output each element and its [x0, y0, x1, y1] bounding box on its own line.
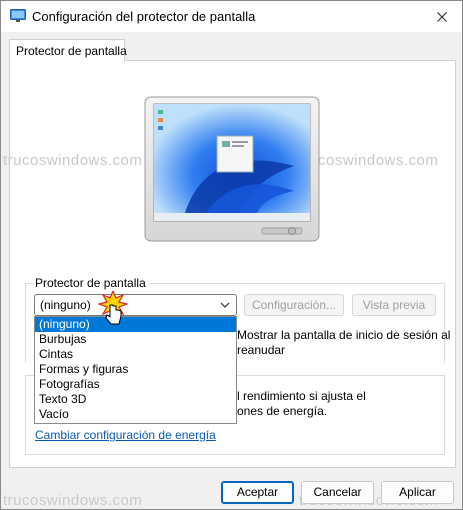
window-title: Configuración del protector de pantalla [32, 9, 256, 24]
hand-pointer-icon [98, 291, 128, 325]
ok-button[interactable]: Aceptar [221, 481, 294, 504]
preview-button[interactable]: Vista previa [352, 294, 436, 316]
close-button[interactable] [422, 1, 462, 32]
dropdown-option[interactable]: Formas y figuras [35, 362, 236, 377]
dropdown-option[interactable]: Vacío [35, 407, 236, 422]
resume-label-line: reanudar [237, 343, 286, 357]
screensaver-select[interactable]: (ninguno) [34, 294, 237, 316]
dropdown-option[interactable]: Fotografías [35, 377, 236, 392]
dropdown-option[interactable]: Burbujas [35, 332, 236, 347]
dropdown-option[interactable]: (ninguno) [35, 317, 236, 332]
watermark-text: trucoswindows.com [3, 152, 143, 169]
screensaver-settings-window: Configuración del protector de pantalla … [0, 0, 463, 510]
change-power-settings-link[interactable]: Cambiar configuración de energía [35, 428, 216, 442]
monitor-preview [144, 96, 320, 242]
watermark-text: trucoswindows.com [3, 492, 143, 509]
resume-checkbox-label[interactable]: Mostrar la pantalla de inicio de sesión … [237, 328, 450, 358]
resume-label-line: Mostrar la pantalla de inicio de sesión … [237, 328, 451, 342]
chevron-down-icon [220, 302, 230, 308]
monitor-icon [10, 9, 26, 22]
tab-label: Protector de pantalla [16, 44, 127, 58]
settings-button[interactable]: Configuración... [244, 294, 344, 316]
close-icon [437, 11, 447, 22]
dropdown-option[interactable]: Texto 3D [35, 392, 236, 407]
screensaver-group-label: Protector de pantalla [33, 276, 148, 290]
cancel-button[interactable]: Cancelar [301, 481, 374, 504]
apply-button[interactable]: Aplicar [381, 481, 454, 504]
title-bar: Configuración del protector de pantalla [1, 1, 462, 32]
power-description-line: ones de energía. [237, 404, 328, 418]
power-description: l rendimiento si ajusta el ones de energ… [237, 389, 366, 419]
group-border [25, 283, 26, 363]
dropdown-option[interactable]: Cintas [35, 347, 236, 362]
screensaver-dropdown-list: (ninguno) Burbujas Cintas Formas y figur… [34, 316, 237, 424]
screensaver-selected-value: (ninguno) [40, 298, 91, 312]
tab-screensaver[interactable]: Protector de pantalla [9, 39, 127, 61]
power-description-line: l rendimiento si ajusta el [237, 389, 366, 403]
